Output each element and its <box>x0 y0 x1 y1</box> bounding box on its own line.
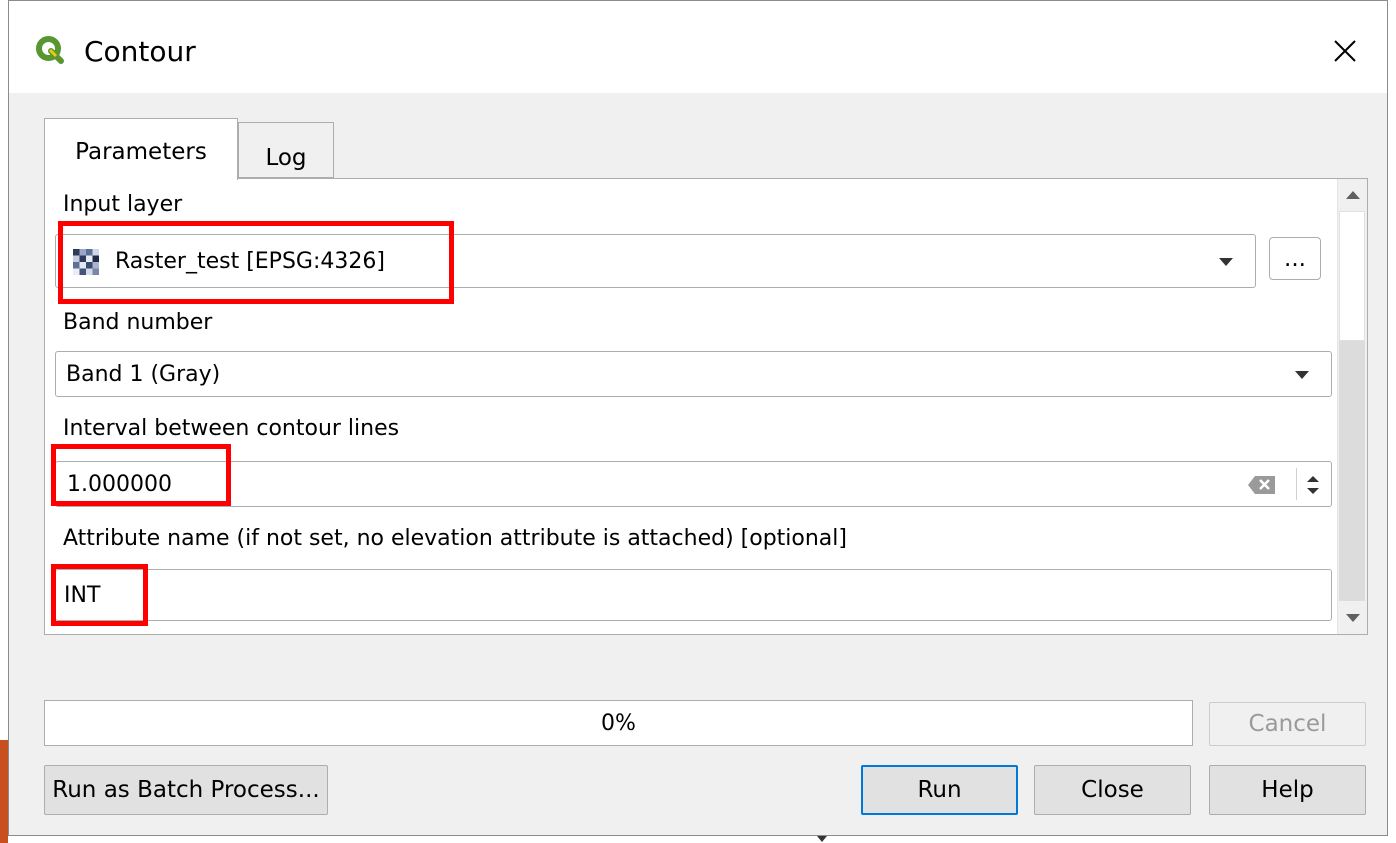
close-icon[interactable] <box>1325 31 1365 71</box>
interval-label: Interval between contour lines <box>63 416 400 441</box>
band-number-label: Band number <box>63 310 213 335</box>
attribute-name-label: Attribute name (if not set, no elevation… <box>63 526 847 551</box>
close-button[interactable]: Close <box>1034 765 1191 815</box>
band-number-combo[interactable]: Band 1 (Gray) <box>55 351 1332 397</box>
attribute-name-value: INT <box>64 582 101 608</box>
spin-divider <box>1296 468 1297 500</box>
help-button[interactable]: Help <box>1209 765 1366 815</box>
attribute-name-input[interactable]: INT <box>55 569 1332 621</box>
spin-arrows-icon[interactable] <box>1305 473 1321 497</box>
input-layer-combo[interactable]: Raster_test [EPSG:4326] <box>55 234 1256 288</box>
progress-text: 0% <box>601 710 636 736</box>
scroll-down-icon[interactable] <box>1346 614 1360 622</box>
run-batch-button[interactable]: Run as Batch Process... <box>44 765 328 815</box>
input-layer-value: Raster_test [EPSG:4326] <box>115 248 385 274</box>
scroll-track[interactable] <box>1339 341 1365 601</box>
window-title: Contour <box>84 35 196 68</box>
contour-dialog: Contour Parameters Log Input layer Raste… <box>8 0 1388 836</box>
browse-layer-button[interactable]: ... <box>1269 237 1321 280</box>
band-number-value: Band 1 (Gray) <box>66 361 221 387</box>
parameters-panel: Input layer Raster_test [EPSG:4326] ... … <box>44 178 1368 635</box>
tab-log[interactable]: Log <box>238 122 334 178</box>
chevron-down-icon <box>1295 371 1309 379</box>
qgis-logo-icon <box>36 36 64 64</box>
tab-parameters[interactable]: Parameters <box>44 118 238 180</box>
clear-icon[interactable] <box>1247 475 1277 495</box>
scroll-thumb[interactable] <box>1339 211 1365 341</box>
interval-spinbox[interactable]: 1.000000 <box>55 461 1332 507</box>
scroll-up-icon[interactable] <box>1346 191 1360 199</box>
progress-bar: 0% <box>44 700 1193 746</box>
chevron-down-icon <box>1219 258 1233 266</box>
title-bar: Contour <box>9 1 1387 93</box>
input-layer-label: Input layer <box>63 192 183 217</box>
background-window-edge <box>0 740 8 843</box>
scrollbar[interactable] <box>1337 179 1367 634</box>
run-button[interactable]: Run <box>861 765 1018 815</box>
raster-layer-icon <box>73 249 99 275</box>
background-caret-icon <box>817 836 827 842</box>
interval-value: 1.000000 <box>67 471 172 497</box>
cancel-button[interactable]: Cancel <box>1209 702 1366 746</box>
